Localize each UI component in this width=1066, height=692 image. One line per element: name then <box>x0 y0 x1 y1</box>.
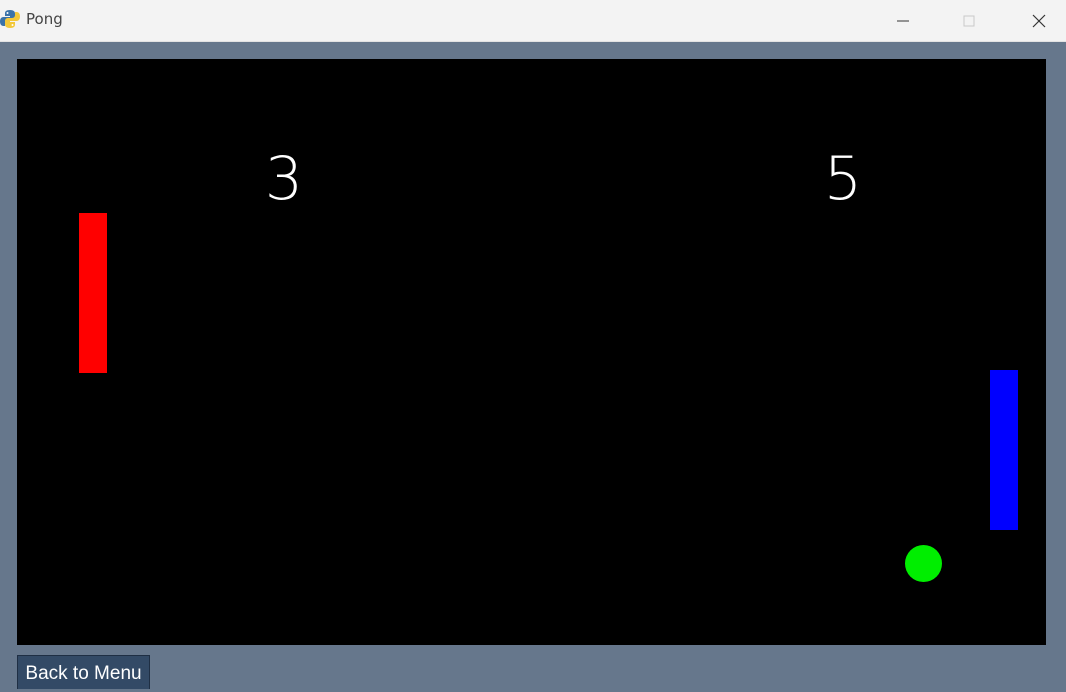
window-title: Pong <box>26 10 63 28</box>
close-icon <box>1032 14 1046 27</box>
game-canvas[interactable]: 3 5 <box>17 59 1046 645</box>
maximize-button[interactable] <box>946 0 992 41</box>
ball <box>905 545 942 582</box>
back-to-menu-button[interactable]: Back to Menu <box>17 655 150 689</box>
right-paddle <box>990 370 1018 530</box>
right-score: 5 <box>823 144 863 214</box>
left-score: 3 <box>264 144 304 214</box>
left-paddle <box>79 213 107 373</box>
minimize-button[interactable] <box>880 0 926 41</box>
minimize-icon <box>897 20 909 21</box>
close-button[interactable] <box>1016 0 1062 41</box>
maximize-icon <box>963 15 975 26</box>
title-bar: Pong <box>0 0 1066 42</box>
python-icon <box>0 9 20 29</box>
